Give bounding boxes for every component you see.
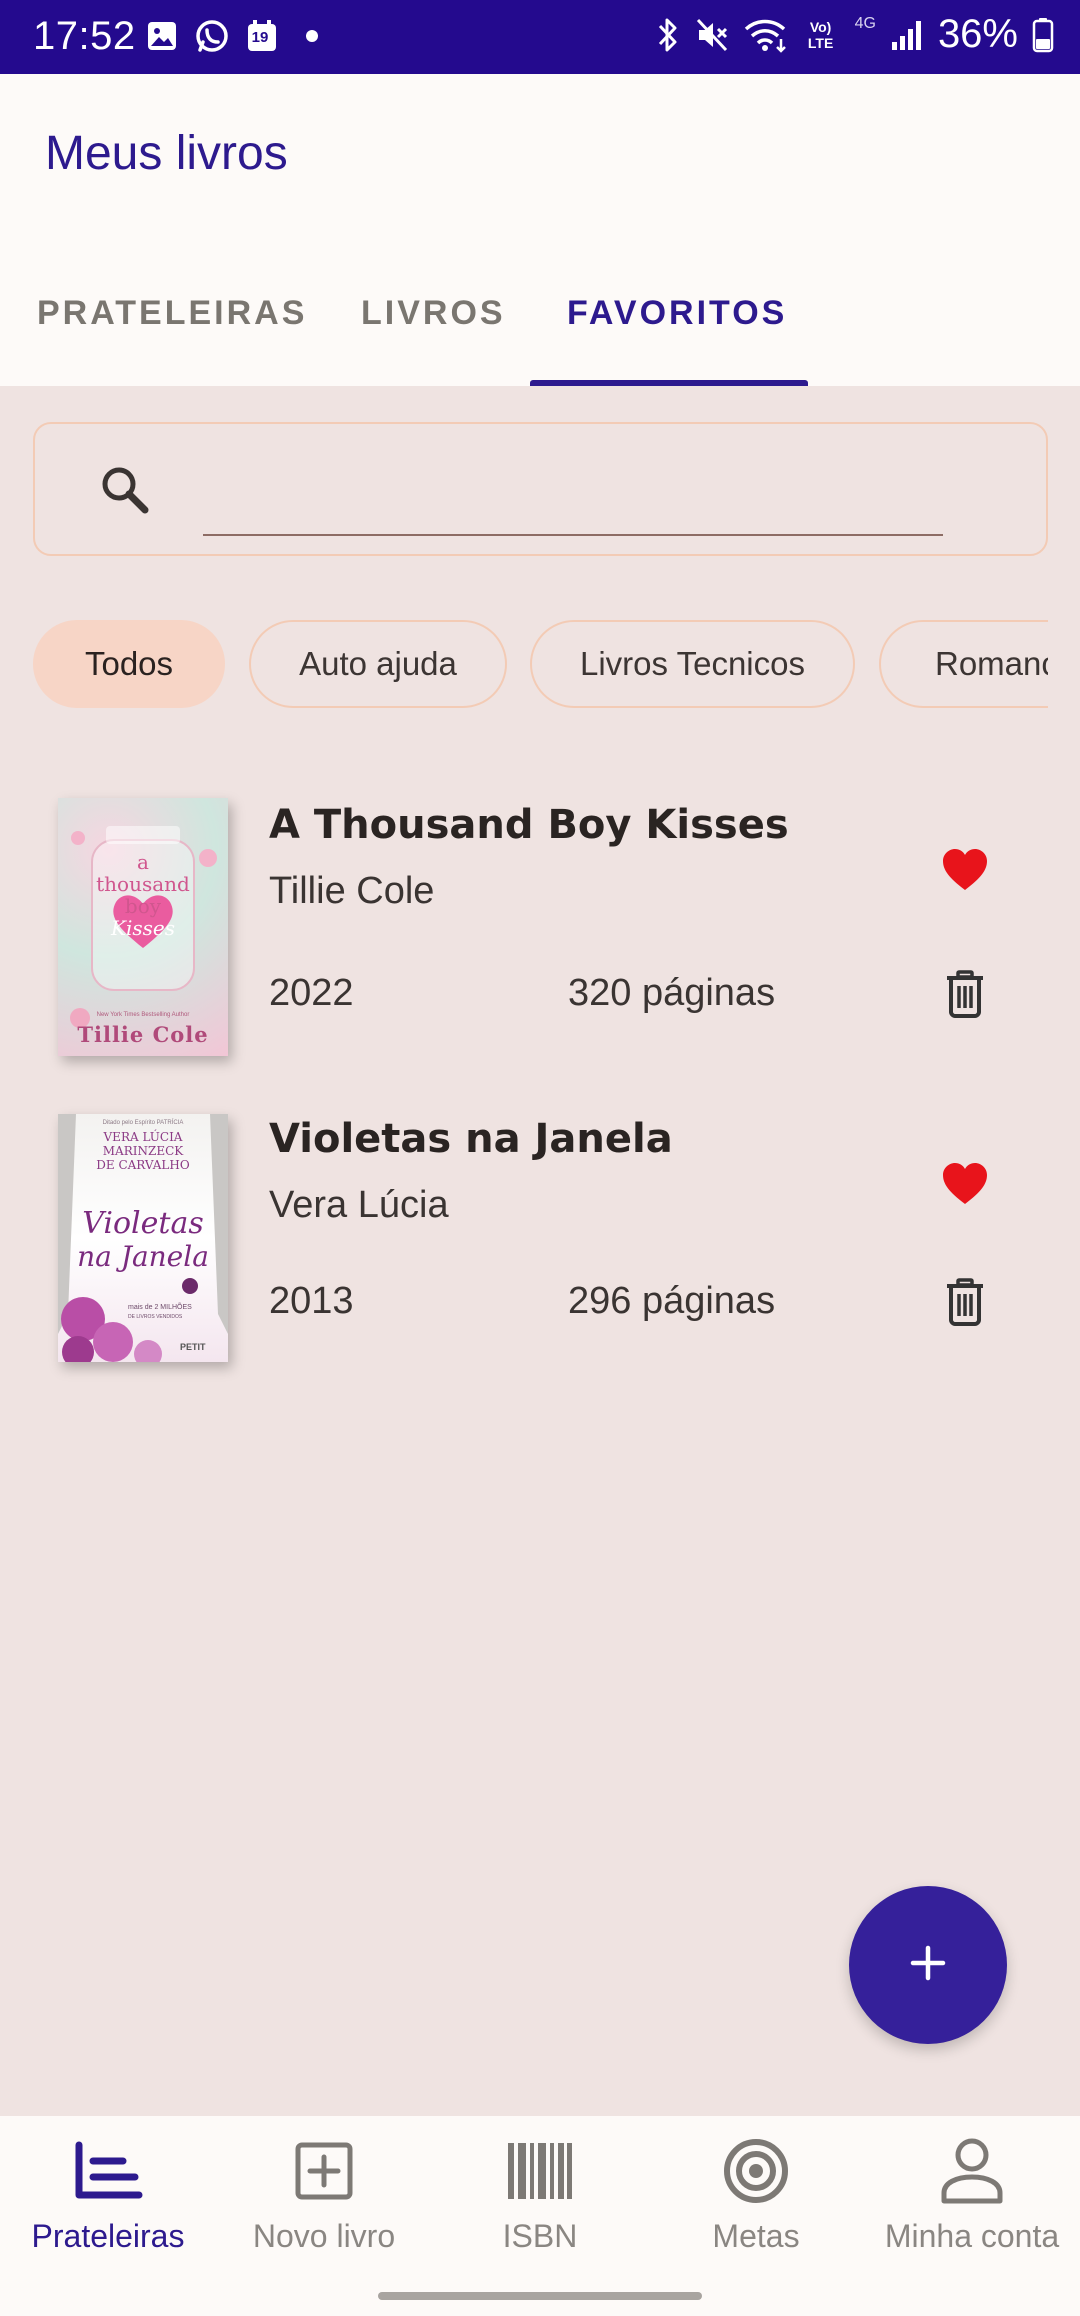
status-bar: 17:52 19 Vo) LTE 4G 36% bbox=[0, 0, 1080, 74]
nav-novo-livro[interactable]: Novo livro bbox=[216, 2116, 432, 2274]
dot-icon bbox=[294, 18, 330, 54]
volte-icon: Vo) LTE bbox=[807, 18, 834, 51]
book-title: Violetas na Janela bbox=[269, 1116, 673, 1162]
favorite-heart-icon[interactable] bbox=[941, 1162, 989, 1206]
delete-trash-icon[interactable] bbox=[945, 1278, 985, 1326]
delete-trash-icon[interactable] bbox=[945, 970, 985, 1018]
status-time: 17:52 bbox=[33, 14, 136, 58]
wifi-icon bbox=[743, 15, 787, 55]
add-book-fab[interactable] bbox=[849, 1886, 1007, 2044]
tab-bar: PRATELEIRAS LIVROS FAVORITOS bbox=[0, 274, 1080, 386]
nav-label: Prateleiras bbox=[31, 2218, 185, 2254]
gallery-icon bbox=[144, 18, 180, 54]
nav-prateleiras[interactable]: Prateleiras bbox=[0, 2116, 216, 2274]
book-author: Vera Lúcia bbox=[269, 1184, 449, 1226]
favorite-heart-icon[interactable] bbox=[941, 848, 989, 892]
book-author: Tillie Cole bbox=[269, 870, 435, 912]
book-cover: Ditado pelo Espírito PATRÍCIA VERA LÚCIA… bbox=[58, 1114, 228, 1362]
mute-icon bbox=[695, 15, 729, 55]
whatsapp-icon bbox=[194, 18, 230, 54]
tab-favoritos[interactable]: FAVORITOS bbox=[567, 274, 787, 386]
chip-todos[interactable]: Todos bbox=[33, 620, 225, 708]
book-list-item[interactable]: Ditado pelo Espírito PATRÍCIA VERA LÚCIA… bbox=[0, 1086, 1080, 1376]
nav-label: Novo livro bbox=[252, 2218, 396, 2254]
search-input[interactable] bbox=[203, 444, 943, 536]
bluetooth-icon bbox=[655, 15, 681, 55]
gesture-bar bbox=[0, 2274, 1080, 2316]
book-title: A Thousand Boy Kisses bbox=[269, 802, 789, 848]
add-box-icon bbox=[286, 2136, 362, 2206]
search-icon bbox=[95, 460, 155, 520]
book-year: 2022 bbox=[269, 972, 354, 1014]
plus-icon bbox=[910, 1945, 946, 1986]
book-cover: a thousand boy Kisses New York Times Bes… bbox=[58, 798, 228, 1056]
book-pages: 320 páginas bbox=[568, 972, 776, 1014]
chip-romance[interactable]: Romance bbox=[879, 620, 1048, 708]
barcode-icon bbox=[502, 2136, 578, 2206]
book-list-item[interactable]: a thousand boy Kisses New York Times Bes… bbox=[0, 772, 1080, 1062]
nav-isbn[interactable]: ISBN bbox=[432, 2116, 648, 2274]
person-icon bbox=[934, 2136, 1010, 2206]
nav-label: Metas bbox=[712, 2218, 800, 2254]
nav-minha-conta[interactable]: Minha conta bbox=[864, 2116, 1080, 2274]
bottom-navigation: Prateleiras Novo livro ISBN Metas Minha … bbox=[0, 2116, 1080, 2274]
page-title: Meus livros bbox=[45, 127, 288, 180]
battery-icon bbox=[1032, 15, 1054, 55]
nav-label: ISBN bbox=[502, 2218, 578, 2254]
battery-percent: 36% bbox=[937, 12, 1018, 56]
target-icon bbox=[718, 2136, 794, 2206]
book-year: 2013 bbox=[269, 1280, 354, 1322]
shelves-icon bbox=[70, 2136, 146, 2206]
active-tab-indicator bbox=[530, 380, 808, 386]
chip-auto-ajuda[interactable]: Auto ajuda bbox=[249, 620, 507, 708]
tab-livros[interactable]: LIVROS bbox=[361, 274, 506, 386]
tab-prateleiras[interactable]: PRATELEIRAS bbox=[37, 274, 307, 386]
nav-metas[interactable]: Metas bbox=[648, 2116, 864, 2274]
home-gesture-handle[interactable] bbox=[378, 2292, 702, 2300]
calendar-day: 19 bbox=[251, 29, 269, 46]
nav-label: Minha conta bbox=[884, 2218, 1060, 2254]
chip-livros-tecnicos[interactable]: Livros Tecnicos bbox=[530, 620, 855, 708]
calendar-icon: 19 bbox=[244, 18, 280, 54]
signal-icon bbox=[890, 15, 924, 55]
4g-icon: 4G bbox=[854, 14, 876, 32]
search-box[interactable] bbox=[33, 422, 1048, 556]
app-bar: Meus livros PRATELEIRAS LIVROS FAVORITOS bbox=[0, 74, 1080, 386]
book-pages: 296 páginas bbox=[568, 1280, 776, 1322]
category-chips: Todos Auto ajuda Livros Tecnicos Romance bbox=[33, 620, 1048, 708]
